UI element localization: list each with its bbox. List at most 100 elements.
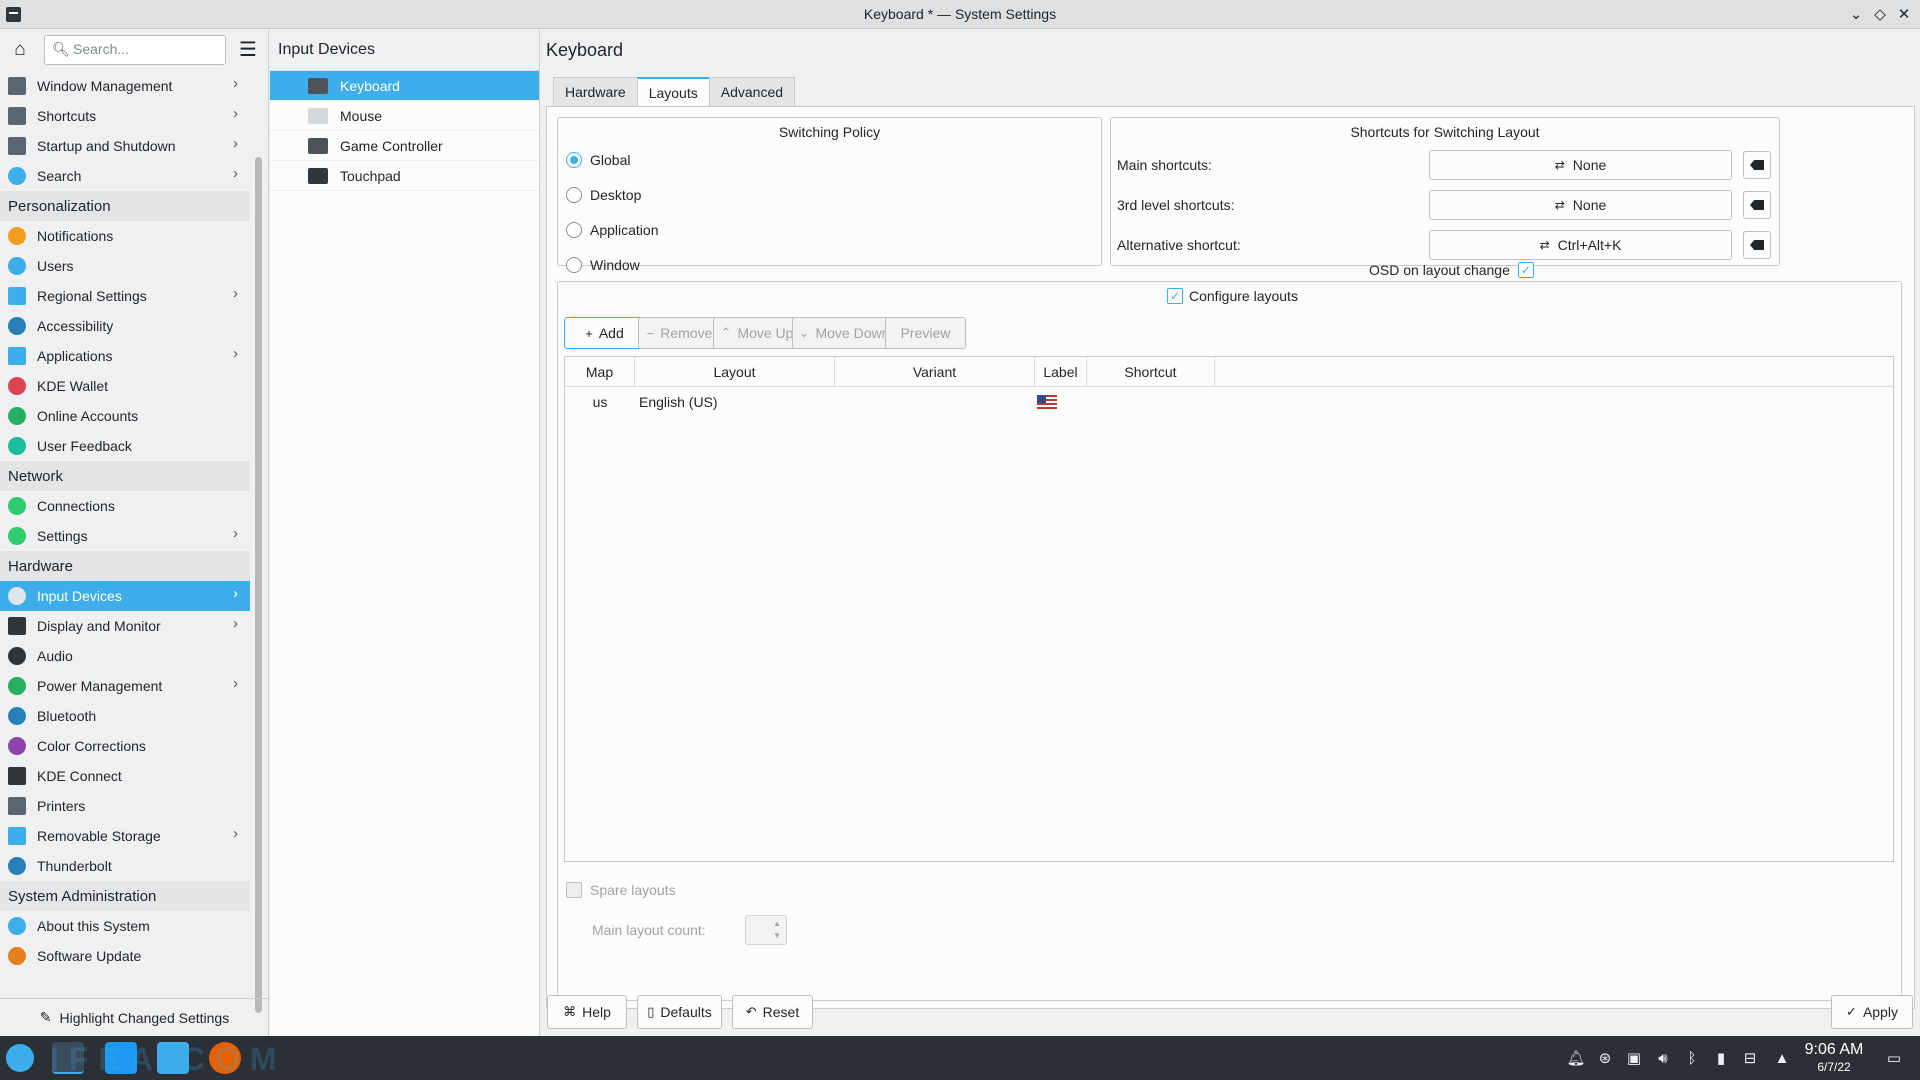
volume-tray-icon[interactable]: 🔊︎ xyxy=(1652,1036,1674,1080)
subcategory-keyboard[interactable]: Keyboard xyxy=(270,71,539,101)
sidebar-item-shortcuts[interactable]: Shortcuts › xyxy=(0,101,250,131)
sidebar-item-display-and-monitor[interactable]: Display and Monitor › xyxy=(0,611,250,641)
subcategory-label: Touchpad xyxy=(340,167,401,184)
policy-option-global[interactable]: Global xyxy=(566,152,630,168)
tab-layouts[interactable]: Layouts xyxy=(636,77,709,107)
battery-tray-icon[interactable]: ▮ xyxy=(1710,1036,1732,1080)
remove-button[interactable]: − Remove xyxy=(638,317,721,349)
sidebar-item-about-this-system[interactable]: About this System xyxy=(0,911,250,941)
sidebar: ⌂ 🔍︎ ☰ Window Management›Shortcuts›Start… xyxy=(0,29,269,1036)
sidebar-item-bluetooth[interactable]: Bluetooth xyxy=(0,701,250,731)
subcategory-game-controller[interactable]: Game Controller xyxy=(270,131,539,161)
table-row[interactable]: us English (US) xyxy=(565,387,1893,417)
preview-button[interactable]: Preview xyxy=(885,317,966,349)
sidebar-item-user-feedback[interactable]: User Feedback xyxy=(0,431,250,461)
subcategory-touchpad[interactable]: Touchpad xyxy=(270,161,539,191)
move-up-button[interactable]: ⌃ Move Up xyxy=(713,317,801,349)
sidebar-item-search[interactable]: Search › xyxy=(0,161,250,191)
sidebar-item-notifications[interactable]: Notifications xyxy=(0,221,250,251)
move-down-button[interactable]: ⌄ Move Down xyxy=(792,317,896,349)
mouse-icon xyxy=(308,107,328,124)
sidebar-item-thunderbolt[interactable]: Thunderbolt xyxy=(0,851,250,881)
subcategory-mouse[interactable]: Mouse xyxy=(270,101,539,131)
sidebar-item-kde-wallet[interactable]: KDE Wallet xyxy=(0,371,250,401)
clear-third-level-shortcuts-button[interactable] xyxy=(1743,191,1771,219)
spin-up-icon[interactable]: ▲ xyxy=(773,919,781,928)
show-desktop-icon[interactable]: ▭ xyxy=(1883,1036,1905,1080)
osd-label: OSD on layout change xyxy=(1369,262,1510,278)
reset-button[interactable]: ↶ Reset xyxy=(732,995,813,1029)
sidebar-item-software-update[interactable]: Software Update xyxy=(0,941,250,971)
column-shortcut[interactable]: Shortcut xyxy=(1087,357,1215,387)
sidebar-item-online-accounts[interactable]: Online Accounts xyxy=(0,401,250,431)
add-button[interactable]: + Add xyxy=(564,317,645,349)
clock[interactable]: 9:06 AM 6/7/22 xyxy=(1800,1041,1868,1074)
policy-option-window[interactable]: Window xyxy=(566,257,640,273)
apply-button[interactable]: ✓ Apply xyxy=(1831,995,1913,1029)
sidebar-item-users[interactable]: Users xyxy=(0,251,250,281)
third-level-shortcuts-button[interactable]: ⇄ None xyxy=(1429,190,1732,220)
search-field[interactable]: 🔍︎ xyxy=(44,35,226,65)
tab-hardware[interactable]: Hardware xyxy=(553,77,637,107)
column-variant[interactable]: Variant xyxy=(835,357,1035,387)
column-label[interactable]: Label xyxy=(1035,357,1087,387)
sidebar-item-printers[interactable]: Printers xyxy=(0,791,250,821)
close-button[interactable]: ✕ xyxy=(1894,5,1914,25)
main-shortcuts-button[interactable]: ⇄ None xyxy=(1429,150,1732,180)
sidebar-item-settings[interactable]: Settings › xyxy=(0,521,250,551)
clipboard-tray-icon[interactable]: ▣ xyxy=(1623,1036,1645,1080)
clear-alternative-shortcut-button[interactable] xyxy=(1743,231,1771,259)
sidebar-item-regional-settings[interactable]: Regional Settings › xyxy=(0,281,250,311)
sidebar-item-removable-storage[interactable]: Removable Storage › xyxy=(0,821,250,851)
add-label: Add xyxy=(598,325,624,341)
radio-button[interactable] xyxy=(566,257,582,273)
sidebar-item-applications[interactable]: Applications › xyxy=(0,341,250,371)
osd-checkbox[interactable]: ✓ xyxy=(1517,262,1534,278)
configure-layouts-checkbox[interactable]: ✓ xyxy=(1167,288,1183,304)
minimize-button[interactable]: ⌄ xyxy=(1846,5,1866,25)
sidebar-item-label: Online Accounts xyxy=(37,408,139,424)
radio-button[interactable] xyxy=(566,152,582,168)
main-layout-count-spinbox[interactable]: ▲ ▼ xyxy=(745,915,787,945)
notifications-tray-icon[interactable]: 🔔︎ xyxy=(1565,1036,1587,1080)
clear-main-shortcuts-button[interactable] xyxy=(1743,151,1771,179)
tray-expand-icon[interactable]: ▲ xyxy=(1771,1036,1793,1080)
plus-icon: + xyxy=(585,325,593,341)
spare-layouts-checkbox[interactable]: ✓ xyxy=(566,882,582,898)
column-layout[interactable]: Layout xyxy=(635,357,835,387)
search-input[interactable] xyxy=(71,40,221,58)
sidebar-item-input-devices[interactable]: Input Devices › xyxy=(0,581,250,611)
bluetooth-tray-icon[interactable]: ᛒ xyxy=(1681,1036,1703,1080)
sidebar-item-power-management[interactable]: Power Management › xyxy=(0,671,250,701)
title-bar: Keyboard * — System Settings ⌄ ◇ ✕ xyxy=(0,0,1920,29)
defaults-button[interactable]: ▯ Defaults xyxy=(637,995,722,1029)
sidebar-item-startup-and-shutdown[interactable]: Startup and Shutdown › xyxy=(0,131,250,161)
spin-down-icon[interactable]: ▼ xyxy=(773,931,781,940)
help-button[interactable]: ⌘ Help xyxy=(547,995,627,1029)
policy-option-application[interactable]: Application xyxy=(566,222,659,238)
highlight-changed-settings-button[interactable]: ✎ Highlight Changed Settings xyxy=(0,998,269,1036)
sidebar-item-color-corrections[interactable]: Color Corrections xyxy=(0,731,250,761)
policy-option-desktop[interactable]: Desktop xyxy=(566,187,641,203)
alternative-shortcut-button[interactable]: ⇄ Ctrl+Alt+K xyxy=(1429,230,1732,260)
tab-advanced[interactable]: Advanced xyxy=(708,77,796,107)
sidebar-item-accessibility[interactable]: Accessibility xyxy=(0,311,250,341)
radio-button[interactable] xyxy=(566,187,582,203)
network-tray-icon[interactable]: ⊟ xyxy=(1739,1036,1761,1080)
maximize-button[interactable]: ◇ xyxy=(1870,5,1890,25)
sidebar-item-audio[interactable]: Audio xyxy=(0,641,250,671)
application-launcher-icon[interactable] xyxy=(6,1044,34,1072)
home-icon[interactable]: ⌂ xyxy=(8,38,32,62)
radio-button[interactable] xyxy=(566,222,582,238)
chevron-right-icon: › xyxy=(233,585,238,602)
updates-tray-icon[interactable]: ⊛ xyxy=(1594,1036,1616,1080)
alternative-shortcut-row: Alternative shortcut: ⇄ Ctrl+Alt+K xyxy=(1117,230,1732,260)
sidebar-item-window-management[interactable]: Window Management › xyxy=(0,71,250,101)
sidebar-item-kde-connect[interactable]: KDE Connect xyxy=(0,761,250,791)
column-map[interactable]: Map xyxy=(565,357,635,387)
hamburger-menu-icon[interactable]: ☰ xyxy=(236,38,260,62)
sidebar-scrollbar[interactable] xyxy=(255,157,262,1013)
alternative-shortcut-value: Ctrl+Alt+K xyxy=(1557,237,1622,253)
sidebar-item-connections[interactable]: Connections xyxy=(0,491,250,521)
sidebar-item-label: KDE Wallet xyxy=(37,378,109,394)
